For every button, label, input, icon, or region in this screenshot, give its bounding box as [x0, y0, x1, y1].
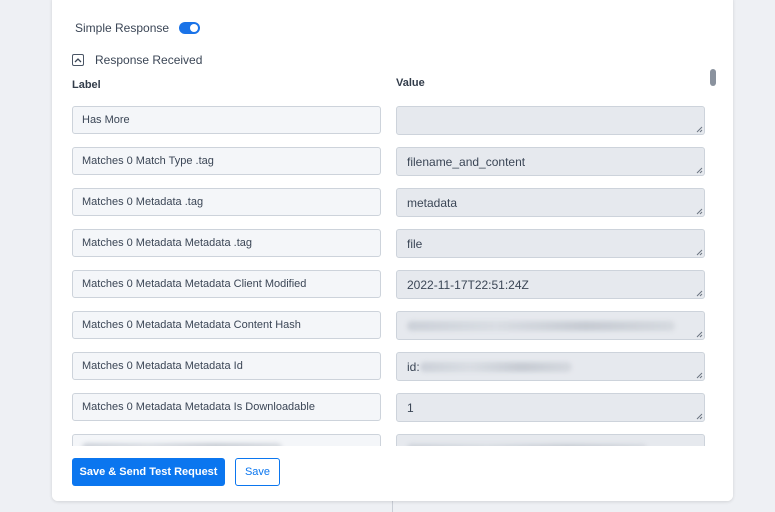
field-value[interactable]: file: [396, 229, 705, 258]
field-value[interactable]: id:: [396, 352, 705, 381]
field-label: Matches 0 Metadata Metadata Client Modif…: [72, 270, 381, 298]
save-button[interactable]: Save: [235, 458, 280, 486]
simple-response-toggle[interactable]: [179, 22, 201, 34]
response-received-row[interactable]: Response Received: [72, 53, 202, 67]
field-value[interactable]: metadata: [396, 188, 705, 217]
field-row: Matches 0 Metadata Metadata Is Downloada…: [72, 389, 718, 430]
chevron-up-icon[interactable]: [72, 54, 84, 66]
save-and-send-test-request-button[interactable]: Save & Send Test Request: [72, 458, 225, 486]
response-fields-list[interactable]: Has More Matches 0 Match Type .tag filen…: [72, 102, 718, 446]
field-label: [72, 434, 381, 446]
field-value[interactable]: [396, 434, 705, 446]
resize-grip-icon: [696, 167, 703, 174]
resize-grip-icon: [696, 126, 703, 133]
form-footer: Save & Send Test Request Save: [52, 446, 733, 501]
field-row: Matches 0 Metadata Metadata Content Hash: [72, 307, 718, 348]
label-column-header: Label: [72, 79, 101, 91]
field-value[interactable]: [396, 106, 705, 135]
field-label: Matches 0 Metadata Metadata Id: [72, 352, 381, 380]
resize-grip-icon: [696, 249, 703, 256]
field-row: Matches 0 Metadata .tag metadata: [72, 184, 718, 225]
resize-grip-icon: [696, 331, 703, 338]
field-row: Matches 0 Match Type .tag filename_and_c…: [72, 143, 718, 184]
field-label: Matches 0 Metadata Metadata Content Hash: [72, 311, 381, 339]
response-card: Simple Response Response Received Label …: [52, 0, 733, 501]
field-value[interactable]: [396, 311, 705, 340]
field-label: Matches 0 Metadata Metadata Is Downloada…: [72, 393, 381, 421]
divider-line: [392, 500, 393, 512]
field-value[interactable]: filename_and_content: [396, 147, 705, 176]
resize-grip-icon: [696, 208, 703, 215]
simple-response-label: Simple Response: [75, 21, 170, 35]
redacted-value: [407, 320, 675, 331]
redacted-value: [419, 361, 572, 372]
resize-grip-icon: [696, 413, 703, 420]
field-value[interactable]: 1: [396, 393, 705, 422]
scrollbar-thumb[interactable]: [710, 69, 716, 86]
field-row: Has More: [72, 102, 718, 143]
field-row: Matches 0 Metadata Metadata Id id:: [72, 348, 718, 389]
resize-grip-icon: [696, 372, 703, 379]
resize-grip-icon: [696, 290, 703, 297]
toggle-knob: [190, 24, 199, 32]
field-label: Has More: [72, 106, 381, 134]
field-row: Matches 0 Metadata Metadata Client Modif…: [72, 266, 718, 307]
field-row: Matches 0 Metadata Metadata .tag file: [72, 225, 718, 266]
field-label: Matches 0 Metadata Metadata .tag: [72, 229, 381, 257]
response-received-label: Response Received: [95, 53, 203, 67]
field-row: [72, 430, 718, 446]
field-label: Matches 0 Metadata .tag: [72, 188, 381, 216]
value-column-header: Value: [396, 77, 425, 89]
field-label: Matches 0 Match Type .tag: [72, 147, 381, 175]
field-value[interactable]: 2022-11-17T22:51:24Z: [396, 270, 705, 299]
simple-response-row: Simple Response: [75, 21, 201, 35]
